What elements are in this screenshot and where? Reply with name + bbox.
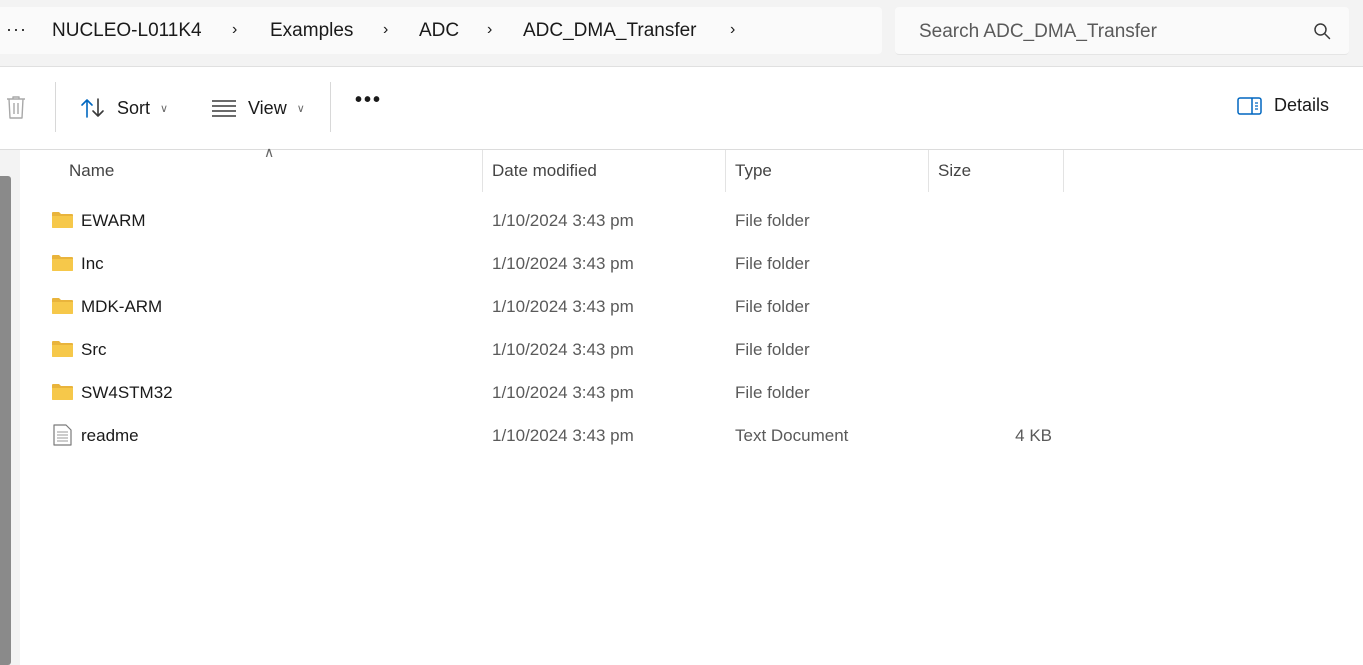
- file-row-sw4stm32[interactable]: SW4STM32 1/10/2024 3:43 pm File folder: [21, 371, 1363, 414]
- chevron-down-icon: ∨: [160, 102, 169, 115]
- text-document-icon: [53, 424, 72, 446]
- file-type: File folder: [735, 210, 810, 230]
- column-header-name[interactable]: Name: [69, 150, 114, 192]
- folder-icon: [52, 212, 73, 228]
- toolbar-divider: [330, 82, 331, 132]
- details-pane-icon: [1237, 96, 1262, 115]
- column-header-type[interactable]: Type: [735, 150, 772, 192]
- sort-icon: [81, 98, 104, 118]
- file-type: File folder: [735, 339, 810, 359]
- sort-button[interactable]: Sort ∨: [80, 91, 168, 125]
- column-header-size[interactable]: Size: [938, 150, 971, 192]
- column-header-date[interactable]: Date modified: [492, 150, 597, 192]
- address-bar-region: ··· NUCLEO-L011K4 › Examples › ADC › ADC…: [0, 0, 1363, 67]
- file-date: 1/10/2024 3:43 pm: [492, 382, 634, 402]
- file-date: 1/10/2024 3:43 pm: [492, 425, 634, 445]
- breadcrumb-item-current[interactable]: ADC_DMA_Transfer: [523, 20, 697, 42]
- file-name: EWARM: [81, 210, 146, 230]
- file-row-ewarm[interactable]: EWARM 1/10/2024 3:43 pm File folder: [21, 199, 1363, 242]
- breadcrumb-item-nucleo[interactable]: NUCLEO-L011K4: [52, 20, 202, 42]
- file-row-readme[interactable]: readme 1/10/2024 3:43 pm Text Document 4…: [21, 414, 1363, 457]
- more-options-button[interactable]: •••: [355, 89, 382, 112]
- folder-icon: [52, 384, 73, 400]
- file-name: SW4STM32: [81, 382, 173, 402]
- file-date: 1/10/2024 3:43 pm: [492, 339, 634, 359]
- file-size: [929, 328, 1052, 371]
- view-icon: [212, 100, 236, 117]
- breadcrumb-item-examples[interactable]: Examples: [270, 20, 353, 42]
- file-row-src[interactable]: Src 1/10/2024 3:43 pm File folder: [21, 328, 1363, 371]
- file-list: ∧ Name Date modified Type Size EWARM 1/1…: [21, 144, 1363, 665]
- chevron-right-icon[interactable]: ›: [730, 21, 735, 39]
- file-name: Inc: [81, 253, 104, 273]
- chevron-right-icon[interactable]: ›: [487, 21, 492, 39]
- file-date: 1/10/2024 3:43 pm: [492, 296, 634, 316]
- details-pane-button[interactable]: Details: [1237, 95, 1329, 116]
- column-divider[interactable]: [482, 150, 483, 192]
- breadcrumb-item-adc[interactable]: ADC: [419, 20, 459, 42]
- file-type: Text Document: [735, 425, 849, 445]
- view-label: View: [248, 97, 287, 118]
- toolbar-divider: [55, 82, 56, 132]
- file-row-mdk-arm[interactable]: MDK-ARM 1/10/2024 3:43 pm File folder: [21, 285, 1363, 328]
- column-divider[interactable]: [1063, 150, 1064, 192]
- command-bar: Sort ∨ View ∨ ••• Details: [0, 67, 1363, 150]
- chevron-right-icon[interactable]: ›: [383, 21, 388, 39]
- chevron-right-icon[interactable]: ›: [232, 21, 237, 39]
- file-type: File folder: [735, 253, 810, 273]
- file-size: [929, 371, 1052, 414]
- file-type: File folder: [735, 296, 810, 316]
- file-row-inc[interactable]: Inc 1/10/2024 3:43 pm File folder: [21, 242, 1363, 285]
- navigation-scrollbar[interactable]: [0, 176, 11, 665]
- breadcrumb-more-button[interactable]: ···: [6, 19, 27, 40]
- file-date: 1/10/2024 3:43 pm: [492, 210, 634, 230]
- search-input[interactable]: [917, 7, 1301, 56]
- breadcrumb[interactable]: ··· NUCLEO-L011K4 › Examples › ADC › ADC…: [0, 7, 882, 54]
- chevron-down-icon: ∨: [296, 102, 305, 115]
- details-label: Details: [1274, 95, 1330, 115]
- file-size: 4 KB: [1015, 425, 1052, 445]
- file-type: File folder: [735, 382, 810, 402]
- column-divider[interactable]: [928, 150, 929, 192]
- file-name: Src: [81, 339, 107, 359]
- file-size: [929, 285, 1052, 328]
- sort-label: Sort: [117, 97, 151, 118]
- file-size: [929, 199, 1052, 242]
- search-icon[interactable]: [1313, 22, 1331, 40]
- sort-ascending-icon: ∧: [264, 144, 275, 160]
- view-button[interactable]: View ∨: [211, 91, 305, 125]
- delete-icon[interactable]: [4, 94, 28, 120]
- file-name: MDK-ARM: [81, 296, 163, 316]
- column-divider[interactable]: [725, 150, 726, 192]
- search-box[interactable]: [895, 7, 1349, 56]
- file-size: [929, 242, 1052, 285]
- file-date: 1/10/2024 3:43 pm: [492, 253, 634, 273]
- folder-icon: [52, 298, 73, 314]
- folder-icon: [52, 255, 73, 271]
- file-name: readme: [81, 425, 139, 445]
- folder-icon: [52, 341, 73, 357]
